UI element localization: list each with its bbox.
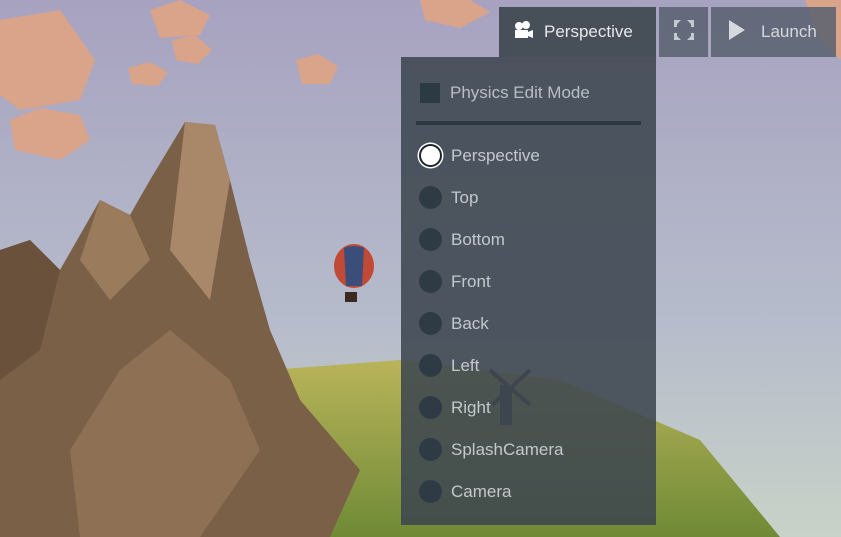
camera-radio-left[interactable] <box>419 354 442 377</box>
play-icon <box>729 19 745 45</box>
camera-radio-camera[interactable] <box>419 480 442 503</box>
camera-dropdown-label: Perspective <box>544 22 633 41</box>
physics-edit-mode-checkbox[interactable] <box>420 83 440 103</box>
camera-option-bottom-label[interactable]: Bottom <box>451 228 505 251</box>
launch-label: Launch <box>761 22 817 41</box>
camera-radio-bottom[interactable] <box>419 228 442 251</box>
camera-option-camera-label[interactable]: Camera <box>451 480 511 503</box>
camera-radio-back[interactable] <box>419 312 442 335</box>
camera-dropdown-button[interactable]: Perspective <box>499 7 656 57</box>
camera-option-front-label[interactable]: Front <box>451 270 491 293</box>
camera-radio-splashcamera[interactable] <box>419 438 442 461</box>
camera-option-left-label[interactable]: Left <box>451 354 479 377</box>
camera-menu: Physics Edit Mode Perspective Top Bottom Fr… <box>401 57 656 525</box>
camera-option-top-label[interactable]: Top <box>451 186 478 209</box>
camera-radio-perspective[interactable] <box>419 144 442 167</box>
camera-radio-front[interactable] <box>419 270 442 293</box>
expand-icon <box>673 19 694 45</box>
menu-divider <box>416 121 641 125</box>
launch-button[interactable]: Launch <box>711 7 836 57</box>
camera-option-perspective-label[interactable]: Perspective <box>451 144 540 167</box>
camera-radio-right[interactable] <box>419 396 442 419</box>
camera-option-splashcamera-label[interactable]: SplashCamera <box>451 438 563 461</box>
camera-radio-top[interactable] <box>419 186 442 209</box>
fullscreen-button[interactable] <box>659 7 708 57</box>
camera-option-right-label[interactable]: Right <box>451 396 491 419</box>
physics-edit-mode-label[interactable]: Physics Edit Mode <box>450 83 590 103</box>
video-camera-icon <box>514 20 534 44</box>
camera-option-back-label[interactable]: Back <box>451 312 489 335</box>
